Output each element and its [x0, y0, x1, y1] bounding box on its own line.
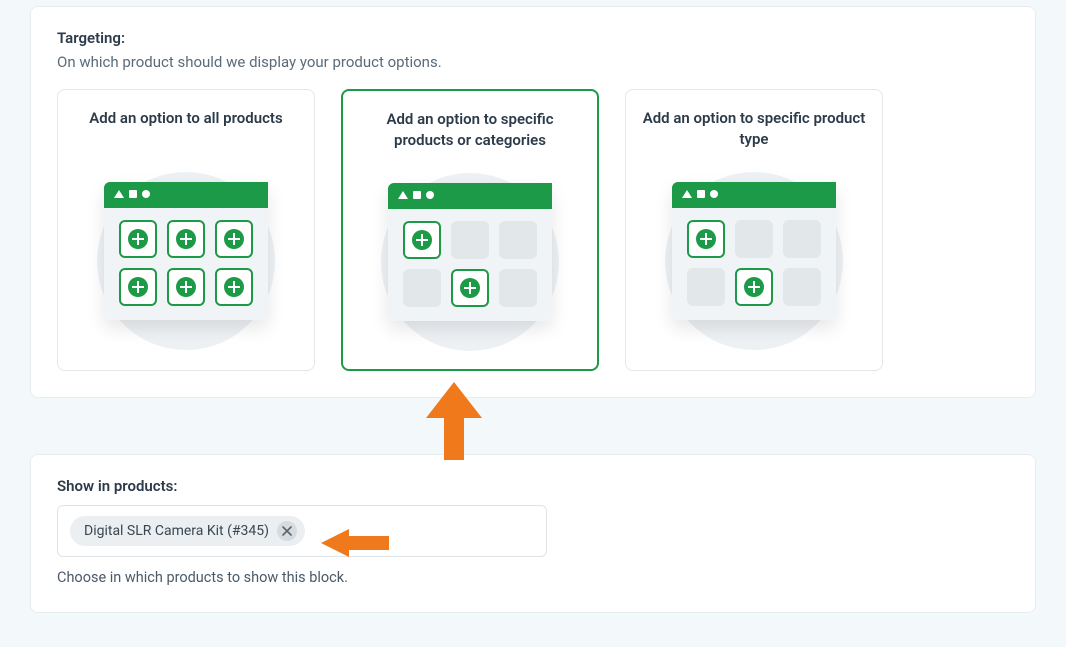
plus-icon	[128, 277, 148, 297]
targeting-option-preview	[357, 173, 583, 351]
show-in-products-panel: Show in products: Digital SLR Camera Kit…	[30, 454, 1036, 613]
targeting-title: Targeting:	[57, 29, 1009, 47]
plus-icon	[460, 278, 480, 298]
show-in-products-title: Show in products:	[57, 477, 1009, 495]
plus-icon	[224, 277, 244, 297]
targeting-options-row: Add an option to all products	[57, 89, 1009, 371]
targeting-option-label: Add an option to specific product type	[640, 108, 868, 152]
plus-icon	[176, 277, 196, 297]
close-icon	[282, 526, 292, 536]
targeting-option-label: Add an option to all products	[72, 108, 300, 152]
plus-icon	[744, 277, 764, 297]
targeting-option-preview	[640, 172, 868, 350]
plus-icon	[224, 229, 244, 249]
targeting-option-label: Add an option to specific products or ca…	[357, 109, 583, 153]
plus-icon	[696, 229, 716, 249]
product-chip: Digital SLR Camera Kit (#345)	[70, 516, 305, 546]
annotation-arrow-left-icon	[321, 527, 389, 559]
products-select-input[interactable]: Digital SLR Camera Kit (#345)	[57, 505, 547, 557]
remove-chip-button[interactable]	[277, 521, 297, 541]
targeting-option-preview	[72, 172, 300, 350]
plus-icon	[128, 229, 148, 249]
targeting-panel: Targeting: On which product should we di…	[30, 6, 1036, 398]
product-chip-label: Digital SLR Camera Kit (#345)	[84, 523, 269, 539]
targeting-option-specific-products[interactable]: Add an option to specific products or ca…	[341, 89, 599, 371]
plus-icon	[412, 230, 432, 250]
annotation-arrow-up-icon	[424, 382, 484, 460]
targeting-description: On which product should we display your …	[57, 53, 1009, 71]
targeting-option-all-products[interactable]: Add an option to all products	[57, 89, 315, 371]
plus-icon	[176, 229, 196, 249]
targeting-option-product-type[interactable]: Add an option to specific product type	[625, 89, 883, 371]
show-in-products-hint: Choose in which products to show this bl…	[57, 569, 1009, 586]
